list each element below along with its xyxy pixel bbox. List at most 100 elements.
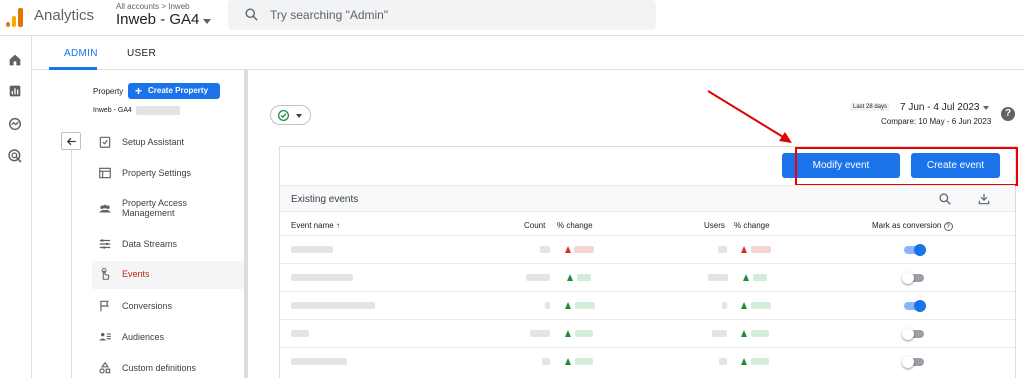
table-row[interactable] — [280, 291, 1015, 319]
column-header-users[interactable]: Users — [704, 221, 725, 230]
conversion-toggle[interactable] — [902, 244, 926, 256]
breadcrumb[interactable]: All accounts > Inweb — [116, 2, 190, 11]
nav-setup-assistant[interactable]: Setup Assistant — [92, 129, 244, 157]
download-icon[interactable] — [977, 192, 991, 206]
trend-up-icon — [567, 274, 573, 281]
search-placeholder: Try searching "Admin" — [270, 8, 389, 22]
flag-icon — [100, 300, 109, 312]
streams-icon — [99, 239, 111, 249]
advertising-icon[interactable] — [7, 148, 23, 164]
create-property-button[interactable]: + Create Property — [128, 83, 220, 99]
column-header-mark-conversion[interactable]: Mark as conversion ? — [872, 221, 953, 231]
count-redacted — [530, 330, 550, 337]
count-redacted — [526, 274, 550, 281]
property-short-name: Inweb - GA4 — [93, 107, 132, 114]
left-rail — [0, 36, 32, 378]
nav-conversions[interactable]: Conversions — [92, 293, 244, 321]
audience-icon — [99, 332, 111, 341]
users-pct-change-redacted — [751, 302, 771, 309]
table-row[interactable] — [280, 319, 1015, 347]
event-name-redacted — [291, 246, 333, 253]
nav-label: Audiences — [122, 332, 165, 342]
conversion-toggle[interactable] — [902, 356, 926, 368]
nav-property-access-management[interactable]: Property Access Management — [92, 192, 244, 226]
conversion-toggle[interactable] — [902, 300, 926, 312]
nav-label: Property Access Management — [122, 198, 188, 218]
reports-icon[interactable] — [7, 83, 23, 99]
trend-up-icon — [741, 302, 747, 309]
help-icon[interactable]: ? — [1001, 107, 1015, 121]
conversion-toggle[interactable] — [902, 328, 926, 340]
divider — [71, 150, 72, 378]
table-row[interactable] — [280, 263, 1015, 291]
trend-up-icon — [743, 274, 749, 281]
existing-events-title: Existing events — [291, 194, 359, 205]
explore-icon[interactable] — [7, 116, 23, 132]
analytics-logo-icon[interactable] — [6, 7, 24, 27]
arrow-left-icon — [66, 137, 76, 146]
search-icon — [245, 8, 258, 21]
property-selector[interactable]: Inweb - GA4 — [116, 11, 199, 28]
annotation-arrow — [707, 90, 792, 143]
users-redacted — [712, 330, 727, 337]
column-header-event-name[interactable]: Event name ↑ — [291, 221, 340, 230]
back-button[interactable] — [61, 132, 81, 150]
pct-change-redacted — [575, 302, 595, 309]
search-icon[interactable] — [938, 192, 952, 206]
conversion-toggle[interactable] — [902, 272, 926, 284]
comparison-filter-chip[interactable] — [270, 105, 311, 125]
users-pct-change-redacted — [751, 246, 771, 253]
trend-up-icon — [741, 358, 747, 365]
chevron-down-icon[interactable] — [203, 19, 211, 24]
people-icon — [99, 204, 111, 213]
table-row[interactable] — [280, 347, 1015, 375]
column-header-users-pct-change[interactable]: % change — [734, 221, 770, 230]
event-name-header-label: Event name — [291, 221, 334, 230]
trend-up-icon — [565, 330, 571, 337]
property-label: Property — [93, 87, 124, 96]
users-redacted — [722, 302, 727, 309]
date-range-value: 7 Jun - 4 Jul 2023 — [900, 102, 980, 113]
sort-arrow-up-icon: ↑ — [335, 221, 340, 230]
home-icon[interactable] — [7, 52, 23, 68]
column-header-count[interactable]: Count — [524, 221, 545, 230]
pct-change-redacted — [577, 274, 591, 281]
pct-change-redacted — [575, 330, 593, 337]
nav-audiences[interactable]: Audiences — [92, 324, 244, 352]
count-redacted — [540, 246, 550, 253]
existing-events-header: Existing events — [280, 185, 1015, 212]
nav-data-streams[interactable]: Data Streams — [92, 231, 244, 259]
settings-window-icon — [99, 167, 111, 179]
nav-custom-definitions[interactable]: Custom definitions — [92, 355, 244, 378]
date-range-picker[interactable]: Last 28 days 7 Jun - 4 Jul 2023 Compare:… — [850, 102, 992, 128]
trend-down-icon — [565, 246, 571, 253]
tab-user[interactable]: USER — [127, 48, 156, 59]
count-redacted — [542, 358, 550, 365]
compare-range: Compare: 10 May - 6 Jun 2023 — [881, 117, 992, 126]
trend-up-icon — [565, 302, 571, 309]
property-admin-column: Property + Create Property Inweb - GA4 S… — [49, 70, 248, 378]
pct-change-redacted — [574, 246, 594, 253]
plus-icon: + — [135, 84, 143, 98]
column-header-pct-change[interactable]: % change — [557, 221, 593, 230]
search-bar[interactable]: Try searching "Admin" — [228, 0, 656, 30]
event-name-redacted — [291, 358, 347, 365]
annotation-highlight-box — [795, 147, 1018, 186]
check-circle-icon — [277, 109, 290, 122]
nav-label: Custom definitions — [122, 363, 197, 373]
touch-icon — [101, 268, 110, 280]
table-row[interactable] — [280, 235, 1015, 263]
trend-up-icon — [565, 358, 571, 365]
users-pct-change-redacted — [751, 358, 769, 365]
create-property-label: Create Property — [148, 86, 209, 95]
nav-label: Conversions — [122, 301, 173, 311]
users-redacted — [718, 246, 727, 253]
nav-property-settings[interactable]: Property Settings — [92, 160, 244, 188]
shapes-icon — [99, 361, 111, 374]
pct-change-redacted — [575, 358, 593, 365]
property-id-redacted — [136, 106, 180, 115]
tab-admin[interactable]: ADMIN — [64, 48, 98, 59]
top-bar: Analytics All accounts > Inweb Inweb - G… — [0, 0, 1024, 36]
nav-events[interactable]: Events — [92, 261, 244, 289]
event-name-redacted — [291, 302, 375, 309]
